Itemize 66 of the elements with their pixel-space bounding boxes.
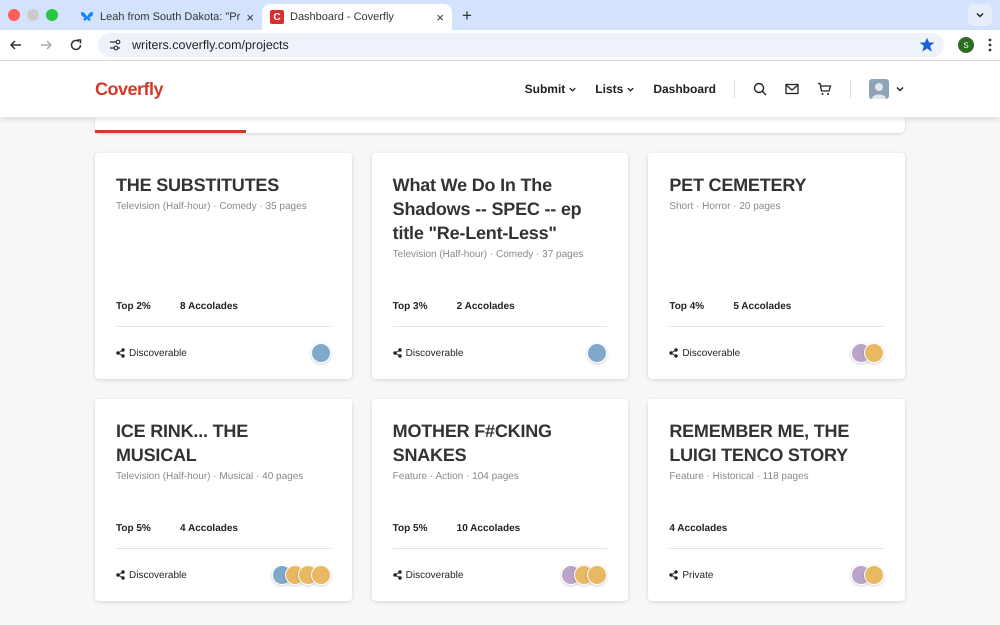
rank-label: Top 3% [392, 300, 428, 312]
share-icon [392, 348, 402, 358]
tab-search-button[interactable] [968, 4, 992, 26]
project-meta: Short · Horror · 20 pages [669, 201, 782, 212]
project-title[interactable]: THE SUBSTITUTES [116, 173, 331, 197]
project-card[interactable]: THE SUBSTITUTES Television (Half-hour) · Comedy · 35 pages Top 2% 8 Accolades Discoverable [95, 153, 352, 379]
share-icon [116, 348, 125, 358]
accolades-count: 10 Accolades [456, 522, 520, 534]
browser-tab[interactable]: C Dashboard - Coverfly × [262, 4, 452, 30]
project-title[interactable]: MOTHER F#CKING SNAKES [392, 419, 608, 467]
accolades-count: 5 Accolades [733, 300, 792, 312]
caret-icon [568, 84, 578, 94]
share-icon [669, 570, 678, 580]
share-icon [669, 348, 678, 358]
cart-button[interactable] [817, 82, 832, 96]
project-meta: Television (Half-hour) · Musical · 40 pages [116, 471, 304, 482]
project-card[interactable]: MOTHER F#CKING SNAKES Feature · Action · 104 pages Top 5% 10 Accolades Discoverable [372, 399, 628, 601]
project-meta: Television (Half-hour) · Comedy · 37 pages [392, 249, 584, 260]
reload-icon[interactable] [68, 37, 84, 53]
search-button[interactable] [753, 82, 767, 96]
project-card[interactable]: What We Do In The Shadows -- SPEC -- ep title "Re-Lent-Less" Television (Half-hour) · Comedy · 37 pages Top 3% 2 Accolades Discoverable [372, 153, 628, 379]
close-tab-button[interactable]: × [436, 10, 444, 24]
nav-link[interactable]: Submit [524, 82, 578, 96]
project-meta: Feature · Historical · 118 pages [669, 471, 810, 482]
project-title[interactable]: PET CEMETERY [669, 173, 884, 197]
project-title[interactable]: ICE RINK... THE MUSICAL [116, 419, 331, 467]
project-card[interactable]: REMEMBER ME, THE LUIGI TENCO STORY Feature · Historical · 118 pages 4 Accolades Private [648, 399, 905, 601]
visibility-label: Discoverable [406, 570, 464, 580]
accolades-count: 2 Accolades [456, 300, 515, 312]
visibility-label: Discoverable [129, 570, 187, 580]
caret-icon [895, 84, 905, 94]
profile-avatar[interactable]: S [958, 37, 974, 53]
nav-link[interactable]: Dashboard [653, 82, 716, 96]
nav-link[interactable]: Lists [595, 82, 636, 96]
accolades-count: 4 Accolades [180, 522, 238, 534]
site-favicon: C [270, 10, 284, 24]
bookmark-star-icon[interactable] [920, 38, 934, 52]
project-meta: Feature · Action · 104 pages [392, 471, 520, 482]
more-menu-icon[interactable] [988, 38, 992, 52]
site-settings-icon[interactable] [108, 38, 122, 52]
visibility-label: Discoverable [682, 348, 740, 358]
visibility-label: Discoverable [406, 348, 464, 358]
project-meta: Television (Half-hour) · Comedy · 35 pages [116, 201, 308, 212]
close-tab-button[interactable]: × [246, 10, 254, 24]
share-icon [116, 570, 125, 580]
rank-label: Top 2% [116, 300, 152, 312]
site-logo[interactable]: Coverfly [95, 78, 164, 100]
browser-tab[interactable]: Leah from South Dakota: "Pr × [72, 4, 262, 30]
visibility-label: Discoverable [129, 348, 187, 358]
project-card[interactable]: ICE RINK... THE MUSICAL Television (Half-hour) · Musical · 40 pages Top 5% 4 Accolades Discoverable [95, 399, 352, 601]
project-card[interactable]: PET CEMETERY Short · Horror · 20 pages Top 4% 5 Accolades Discoverable [648, 153, 905, 379]
visibility-label: Private [682, 570, 714, 580]
mail-button[interactable] [785, 83, 799, 95]
caret-icon [626, 84, 636, 94]
address-bar[interactable]: writers.coverfly.com/projects [98, 33, 944, 57]
rank-label: Top 5% [392, 522, 428, 534]
accolades-count: 4 Accolades [669, 522, 728, 534]
rank-label: Top 4% [669, 300, 706, 312]
project-title[interactable]: What We Do In The Shadows -- SPEC -- ep title "Re-Lent-Less" [392, 173, 608, 245]
account-menu-button[interactable] [869, 79, 905, 99]
share-icon [392, 570, 402, 580]
rank-label: Top 5% [116, 522, 152, 534]
new-tab-button[interactable]: + [462, 6, 472, 26]
accolades-count: 8 Accolades [180, 300, 238, 312]
project-title[interactable]: REMEMBER ME, THE LUIGI TENCO STORY [669, 419, 884, 467]
caret-icon [975, 10, 985, 20]
